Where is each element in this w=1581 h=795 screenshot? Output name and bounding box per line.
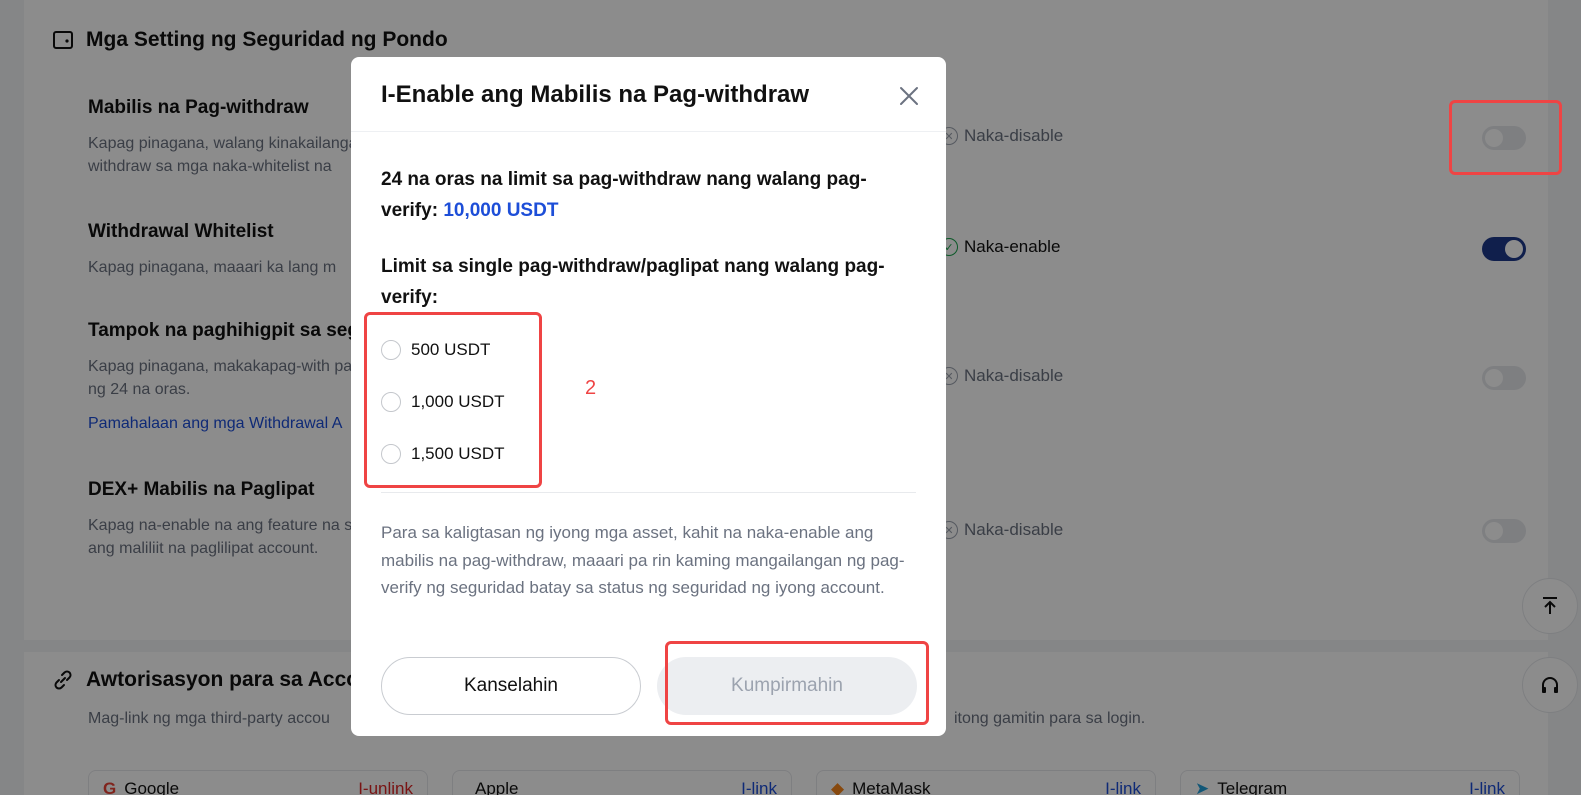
security-note: Para sa kaligtasan ng iyong mga asset, k…	[381, 523, 905, 597]
annotation-box-toggle	[1449, 100, 1562, 175]
limit-24h-value: 10,000 USDT	[443, 200, 559, 221]
divider	[381, 492, 916, 493]
single-limit-label: Limit sa single pag-withdraw/paglipat na…	[381, 256, 885, 308]
modal-title: I-Enable ang Mabilis na Pag-withdraw	[381, 81, 810, 108]
annotation-box-options	[364, 312, 542, 488]
cancel-button[interactable]: Kanselahin	[381, 657, 641, 715]
modal-header: I-Enable ang Mabilis na Pag-withdraw	[351, 57, 946, 132]
limit-24h-text: 24 na oras na limit sa pag-withdraw nang…	[381, 169, 867, 221]
close-icon[interactable]	[896, 83, 922, 109]
annotation-box-confirm	[665, 641, 929, 725]
annotation-number: 2	[585, 377, 597, 399]
